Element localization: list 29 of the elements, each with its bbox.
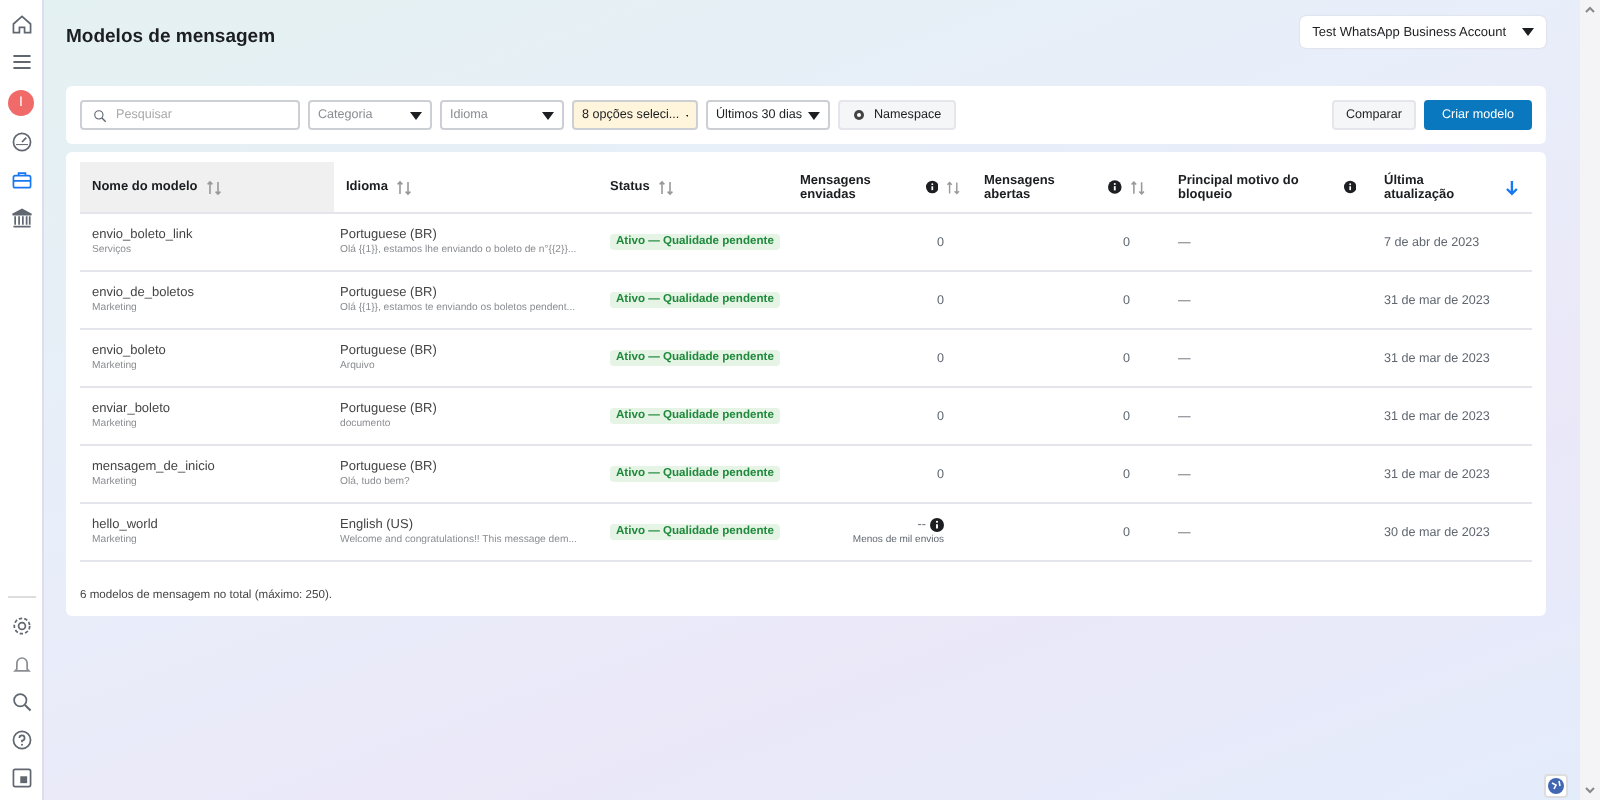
bank-icon[interactable] — [9, 206, 33, 230]
page-title: Modelos de mensagem — [66, 26, 276, 48]
help-icon[interactable] — [9, 728, 33, 752]
caret-icon — [1522, 28, 1534, 36]
briefcase-icon[interactable] — [9, 168, 33, 192]
sort-icon[interactable] — [395, 179, 412, 195]
menu-icon[interactable] — [9, 50, 33, 74]
info-icon[interactable] — [925, 180, 938, 194]
sort-descending-icon[interactable] — [1504, 179, 1520, 195]
bell-icon[interactable] — [9, 652, 33, 676]
scroll-up-icon[interactable] — [1584, 4, 1596, 14]
scroll-down-icon[interactable] — [1584, 786, 1596, 796]
settings-icon[interactable] — [9, 614, 33, 638]
panel-icon[interactable] — [9, 766, 33, 790]
sort-icon[interactable] — [945, 179, 960, 195]
caret-icon — [410, 111, 422, 119]
globe-button[interactable] — [1544, 774, 1568, 798]
gauge-icon[interactable] — [9, 130, 33, 154]
sort-icon[interactable] — [657, 179, 674, 195]
info-icon[interactable] — [930, 518, 944, 532]
info-icon[interactable] — [1108, 180, 1123, 194]
sort-icon[interactable] — [1130, 179, 1146, 195]
info-icon[interactable] — [1343, 180, 1356, 194]
caret-icon — [808, 111, 820, 119]
search-icon — [92, 107, 108, 123]
search-icon[interactable] — [9, 690, 33, 714]
caret-icon — [542, 111, 554, 119]
gear-icon — [852, 108, 866, 122]
home-icon[interactable] — [9, 12, 33, 36]
